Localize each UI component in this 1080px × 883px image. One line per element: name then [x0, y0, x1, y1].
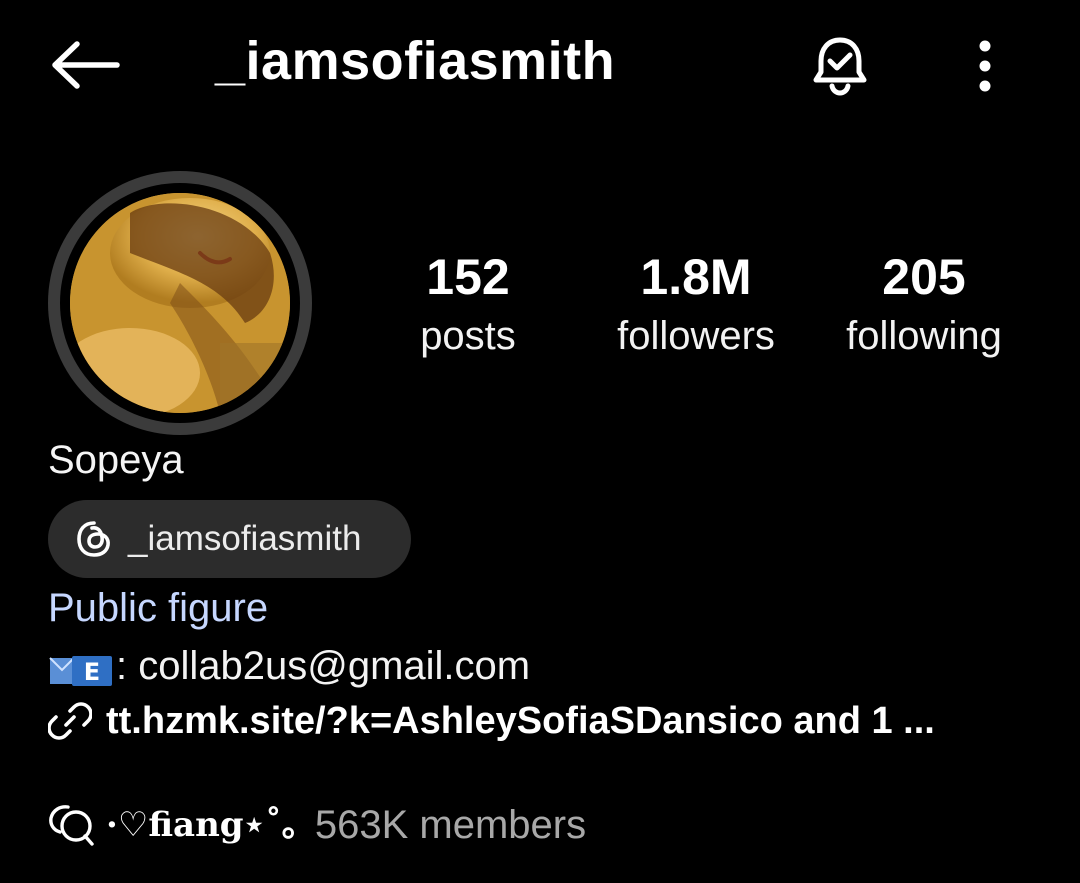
arrow-left-icon [52, 41, 120, 89]
broadcast-channel[interactable]: ·♡fiang⋆˚｡ 563K members [48, 798, 586, 852]
threads-handle: _iamsofiasmith [128, 519, 362, 558]
bio-email: E : collab2us@gmail.com [48, 640, 530, 692]
threads-badge[interactable]: _iamsofiasmith [48, 500, 411, 578]
back-button[interactable] [40, 30, 130, 100]
chat-bubbles-icon [49, 805, 94, 846]
posts-count: 152 [426, 249, 510, 305]
bell-check-icon [813, 37, 867, 96]
profile-photo [70, 193, 290, 413]
following-label: following [846, 314, 1002, 358]
svg-text:E: E [84, 658, 100, 686]
followers-label: followers [617, 314, 775, 358]
followers-stat[interactable]: 1.8M followers [596, 245, 796, 363]
more-options-button[interactable] [955, 28, 1015, 104]
notifications-button[interactable] [800, 28, 880, 104]
channel-members: 563K members [314, 803, 587, 847]
email-emoji-icon: E [48, 649, 114, 686]
channel-name: ·♡fiang⋆˚｡ [106, 805, 299, 845]
display-name: Sopeya [48, 438, 184, 482]
profile-category: Public figure [48, 586, 269, 630]
following-stat[interactable]: 205 following [824, 245, 1024, 363]
following-count: 205 [882, 249, 966, 305]
email-text: : collab2us@gmail.com [116, 644, 531, 688]
profile-username: _iamsofiasmith [215, 31, 616, 91]
posts-label: posts [420, 314, 516, 358]
avatar[interactable] [48, 171, 312, 435]
posts-stat[interactable]: 152 posts [368, 245, 568, 363]
bio-link[interactable]: tt.hzmk.site/?k=AshleySofiaSDansico and … [48, 694, 935, 748]
more-vertical-icon [979, 40, 991, 92]
link-text: tt.hzmk.site/?k=AshleySofiaSDansico and … [106, 700, 935, 742]
followers-count: 1.8M [640, 249, 752, 305]
threads-icon [77, 521, 110, 557]
link-icon [48, 702, 92, 740]
